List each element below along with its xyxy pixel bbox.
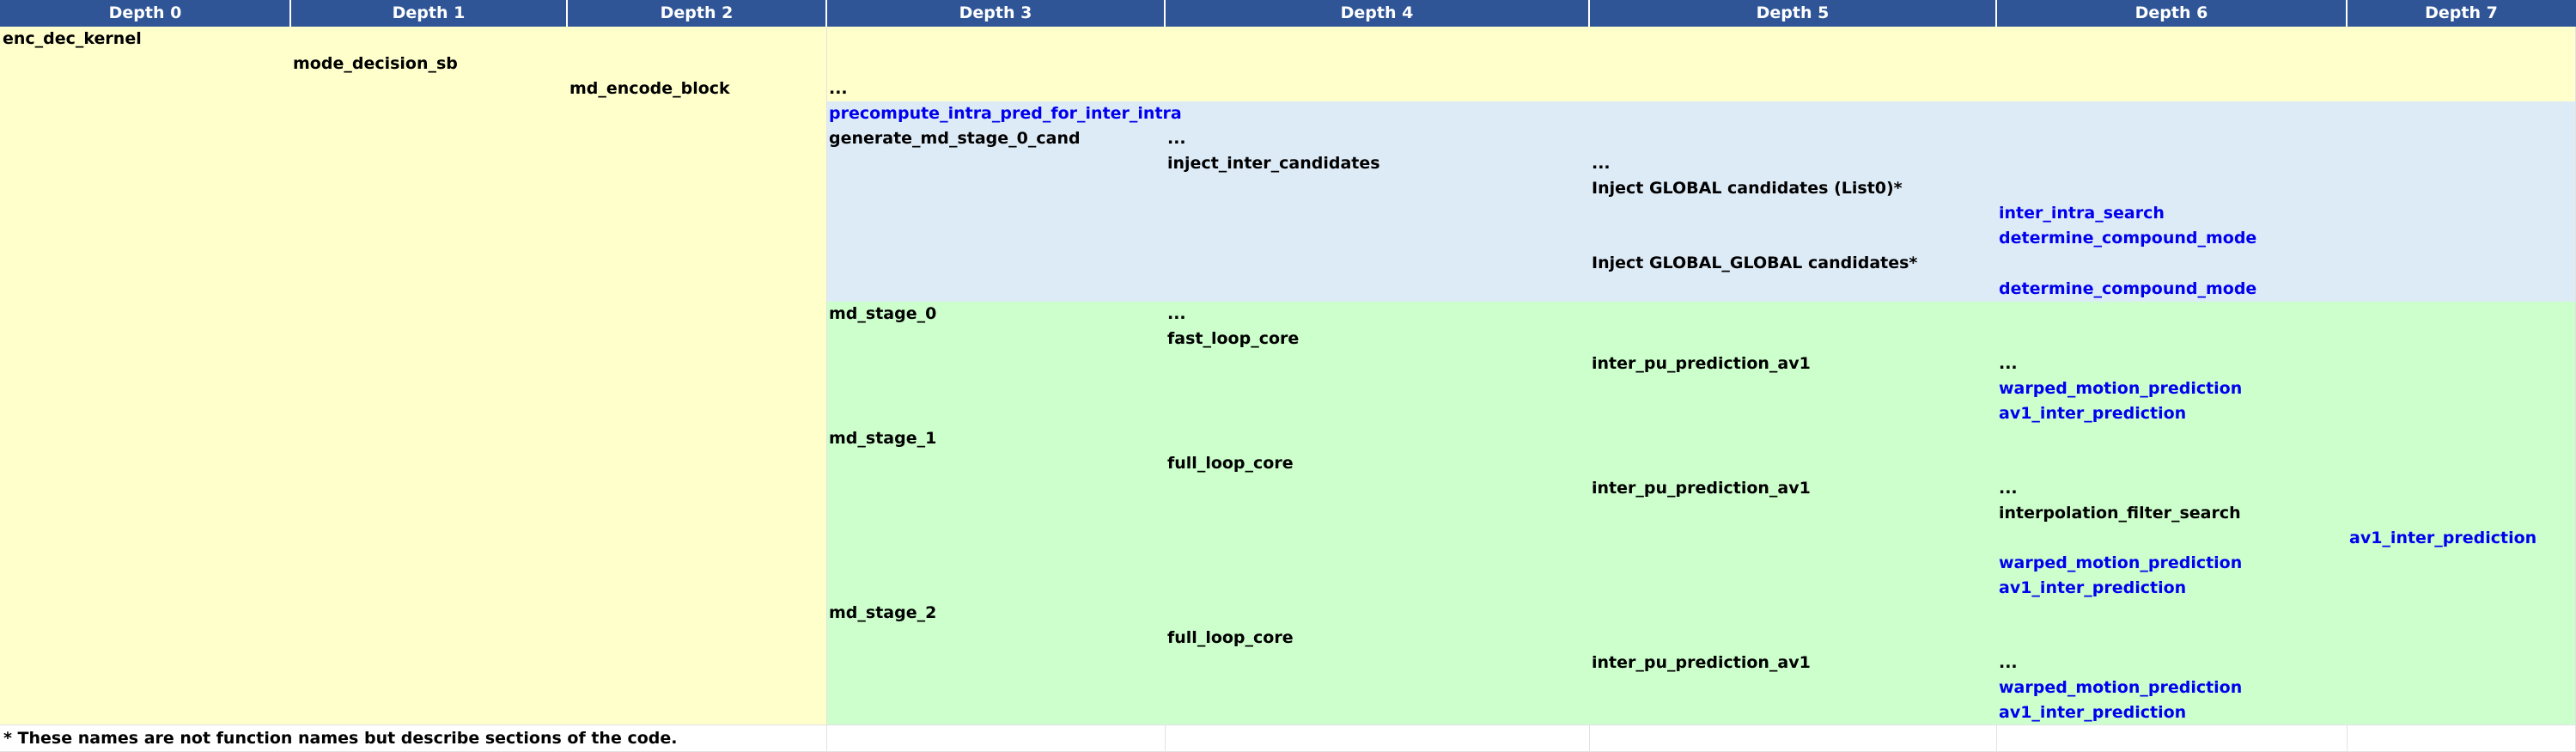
function-name-cell: inter_pu_prediction_av1 — [1592, 479, 1811, 498]
function-name-cell: warped_motion_prediction — [1999, 678, 2243, 697]
function-name-cell: determine_compound_mode — [1999, 279, 2257, 298]
footer-row-line — [0, 724, 2576, 725]
function-name-cell: determine_compound_mode — [1999, 229, 2257, 248]
function-name-cell: ... — [1999, 479, 2018, 498]
header-depth-4: Depth 4 — [1340, 3, 1414, 22]
header-depth-6: Depth 6 — [2134, 3, 2208, 22]
footnote: * These names are not function names but… — [3, 729, 678, 748]
function-name-cell: full_loop_core — [1167, 628, 1294, 647]
function-name-cell: inter_intra_search — [1999, 204, 2165, 223]
function-name-cell: ... — [829, 79, 848, 98]
function-name-cell: generate_md_stage_0_cand — [829, 129, 1081, 148]
header-depth-7: Depth 7 — [2425, 3, 2498, 22]
function-name-cell: av1_inter_prediction — [1999, 578, 2187, 597]
function-name-cell: fast_loop_core — [1167, 329, 1300, 348]
function-name-cell: precompute_intra_pred_for_inter_intra — [829, 104, 1182, 123]
header-depth-5: Depth 5 — [1756, 3, 1830, 22]
function-name-cell: md_encode_block — [569, 79, 730, 98]
function-name-cell: inject_inter_candidates — [1167, 154, 1380, 173]
function-name-cell: av1_inter_prediction — [1999, 404, 2187, 423]
column-divider — [1996, 724, 1997, 752]
function-name-cell: warped_motion_prediction — [1999, 379, 2243, 398]
function-name-cell: full_loop_core — [1167, 454, 1294, 473]
header-depth-1: Depth 1 — [392, 3, 466, 22]
function-name-cell: ... — [1167, 304, 1186, 323]
function-name-cell: inter_pu_prediction_av1 — [1592, 653, 1811, 672]
column-divider — [2347, 724, 2348, 752]
function-name-cell: ... — [1999, 653, 2018, 672]
function-name-cell: md_stage_2 — [829, 603, 937, 622]
function-name-cell: ... — [1592, 154, 1611, 173]
function-name-cell: Inject GLOBAL candidates (List0)* — [1592, 179, 1903, 198]
function-name-cell: ... — [1167, 129, 1186, 148]
function-name-cell: Inject GLOBAL_GLOBAL candidates* — [1592, 254, 1918, 272]
function-name-cell: md_stage_1 — [829, 429, 937, 448]
function-name-cell: inter_pu_prediction_av1 — [1592, 354, 1811, 373]
function-name-cell: warped_motion_prediction — [1999, 553, 2243, 572]
function-name-cell: av1_inter_prediction — [1999, 703, 2187, 722]
yellow-band-left — [0, 27, 826, 724]
function-name-cell: enc_dec_kernel — [3, 29, 142, 48]
function-name-cell: mode_decision_sb — [293, 54, 458, 73]
header-depth-3: Depth 3 — [959, 3, 1032, 22]
function-name-cell: md_stage_0 — [829, 304, 937, 323]
function-name-cell: av1_inter_prediction — [2349, 529, 2537, 547]
column-divider — [1165, 724, 1166, 752]
function-call-depth-table: Depth 0 Depth 1 Depth 2 Depth 3 Depth 4 … — [0, 0, 2576, 752]
function-name-cell: ... — [1999, 354, 2018, 373]
column-divider — [826, 27, 827, 752]
yellow-band-top — [826, 27, 2576, 101]
header-depth-0: Depth 0 — [108, 3, 182, 22]
column-divider — [1589, 724, 1590, 752]
function-name-cell: interpolation_filter_search — [1999, 504, 2241, 523]
header-depth-2: Depth 2 — [660, 3, 734, 22]
